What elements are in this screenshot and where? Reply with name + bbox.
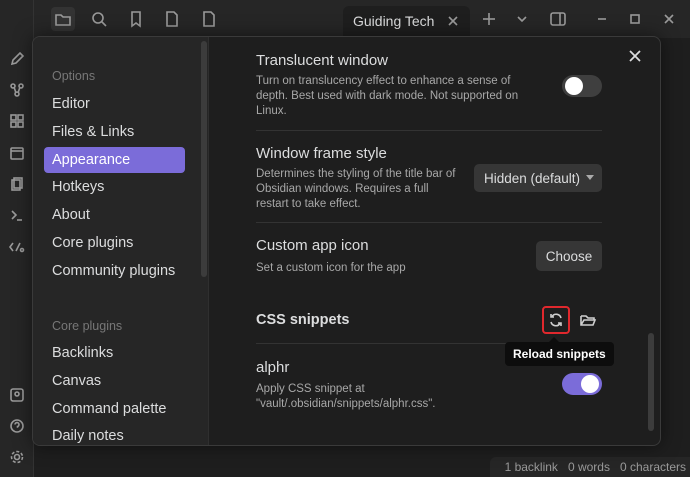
sidebar-item-hotkeys[interactable]: Hotkeys bbox=[44, 174, 185, 200]
top-bar: Guiding Tech bbox=[0, 0, 690, 38]
window-frame-style-name: Window frame style bbox=[256, 145, 387, 162]
custom-app-icon-name: Custom app icon bbox=[256, 237, 369, 254]
calendar-icon[interactable] bbox=[6, 142, 28, 164]
status-backlinks[interactable]: 1 backlink bbox=[505, 460, 558, 474]
choose-button[interactable]: Choose bbox=[536, 241, 602, 271]
tab-guiding-tech[interactable]: Guiding Tech bbox=[343, 6, 470, 36]
vault-icon[interactable] bbox=[6, 384, 28, 406]
split-view-icon[interactable] bbox=[546, 7, 570, 31]
settings-sidebar: Options Editor Files & Links Appearance … bbox=[33, 37, 209, 445]
sidebar-item-community-plugins[interactable]: Community plugins bbox=[44, 258, 185, 284]
status-characters: 0 characters bbox=[619, 460, 686, 474]
pencil-icon[interactable] bbox=[6, 48, 28, 70]
settings-gear-icon[interactable] bbox=[6, 446, 28, 468]
search-icon[interactable] bbox=[87, 7, 111, 31]
status-words: 0 words bbox=[567, 460, 610, 474]
setting-custom-app-icon: Custom app icon Set a custom icon for th… bbox=[256, 222, 602, 290]
copy-icon[interactable] bbox=[6, 173, 28, 195]
bookmark-icon[interactable] bbox=[124, 7, 148, 31]
sidebar-item-editor[interactable]: Editor bbox=[44, 91, 185, 117]
content-scrollbar[interactable] bbox=[648, 333, 654, 431]
css-snippets-heading: CSS snippets bbox=[256, 312, 350, 328]
tab-close-icon[interactable] bbox=[444, 12, 462, 30]
sidebar-item-files-links[interactable]: Files & Links bbox=[44, 119, 185, 145]
template-icon[interactable] bbox=[6, 236, 28, 258]
folder-icon[interactable] bbox=[51, 7, 75, 31]
sidebar-scrollbar[interactable] bbox=[201, 41, 207, 277]
alphr-snippet-toggle[interactable] bbox=[562, 373, 602, 395]
chevron-down-icon bbox=[586, 175, 594, 180]
options-heading: Options bbox=[52, 69, 96, 83]
chevron-down-icon[interactable] bbox=[510, 7, 534, 31]
translucent-window-desc: Turn on translucency effect to enhance a… bbox=[256, 75, 519, 117]
alphr-snippet-name: alphr bbox=[256, 359, 290, 376]
status-bar: 1 backlink 0 words 0 characters bbox=[490, 457, 690, 477]
reload-snippets-button[interactable] bbox=[542, 306, 570, 334]
left-ribbon bbox=[0, 0, 34, 477]
toggle-knob bbox=[565, 77, 583, 95]
translucent-window-name: Translucent window bbox=[256, 52, 389, 69]
minimize-icon[interactable] bbox=[590, 7, 614, 31]
close-icon[interactable] bbox=[624, 45, 646, 67]
setting-window-frame-style: Window frame style Determines the stylin… bbox=[256, 130, 602, 222]
tab-title: Guiding Tech bbox=[353, 13, 435, 29]
folder-open-icon bbox=[580, 315, 597, 326]
graph-icon[interactable] bbox=[6, 79, 28, 101]
setting-css-snippets: CSS snippets bbox=[256, 290, 602, 343]
refresh-icon bbox=[550, 313, 562, 327]
sidebar-item-command-palette[interactable]: Command palette bbox=[44, 396, 185, 422]
sidebar-item-about[interactable]: About bbox=[44, 202, 185, 228]
new-tab-icon[interactable] bbox=[477, 7, 501, 31]
sidebar-item-backlinks[interactable]: Backlinks bbox=[44, 340, 185, 366]
file-icon[interactable] bbox=[160, 7, 184, 31]
alphr-snippet-desc: Apply CSS snippet at "vault/.obsidian/sn… bbox=[256, 383, 436, 410]
open-snippets-folder-button[interactable] bbox=[574, 306, 602, 334]
sidebar-item-daily-notes[interactable]: Daily notes bbox=[44, 423, 185, 445]
setting-translucent-window: Translucent window Turn on translucency … bbox=[256, 37, 602, 130]
settings-content: Translucent window Turn on translucency … bbox=[210, 37, 660, 445]
grid-icon[interactable] bbox=[6, 110, 28, 132]
help-icon[interactable] bbox=[6, 415, 28, 437]
translucent-window-toggle[interactable] bbox=[562, 75, 602, 97]
window-frame-style-value: Hidden (default) bbox=[484, 170, 581, 186]
sidebar-item-canvas[interactable]: Canvas bbox=[44, 368, 185, 394]
window-close-icon[interactable] bbox=[657, 7, 681, 31]
file-icon-2[interactable] bbox=[197, 7, 221, 31]
custom-app-icon-desc: Set a custom icon for the app bbox=[256, 262, 406, 274]
toggle-knob bbox=[581, 375, 599, 393]
sidebar-item-appearance[interactable]: Appearance bbox=[44, 147, 185, 173]
maximize-icon[interactable] bbox=[623, 7, 647, 31]
window-frame-style-select[interactable]: Hidden (default) bbox=[474, 164, 602, 192]
reload-snippets-tooltip: Reload snippets bbox=[505, 337, 614, 366]
settings-modal: Options Editor Files & Links Appearance … bbox=[32, 36, 661, 446]
terminal-icon[interactable] bbox=[6, 204, 28, 226]
core-plugins-heading: Core plugins bbox=[52, 319, 123, 333]
window-frame-style-desc: Determines the styling of the title bar … bbox=[256, 168, 456, 210]
sidebar-item-core-plugins[interactable]: Core plugins bbox=[44, 230, 185, 256]
